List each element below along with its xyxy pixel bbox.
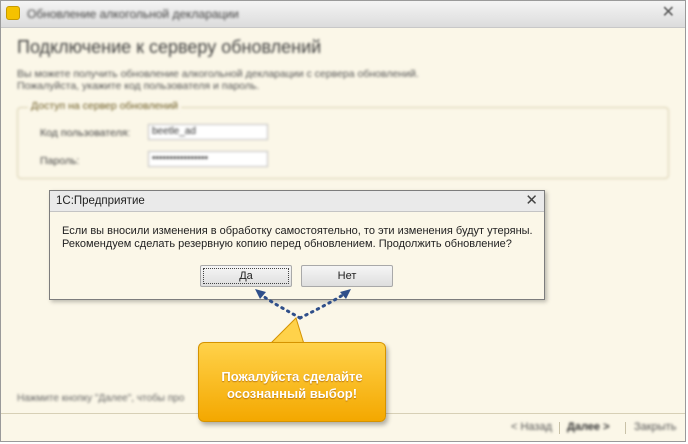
callout-text: Пожалуйста сделайте осознанный выбор! — [221, 369, 363, 401]
arrow-to-no — [298, 291, 348, 320]
arrow-to-yes — [257, 291, 302, 320]
callout-pointer — [268, 317, 305, 345]
warning-callout: Пожалуйста сделайте осознанный выбор! — [198, 342, 386, 422]
arrowhead-no — [340, 289, 351, 299]
